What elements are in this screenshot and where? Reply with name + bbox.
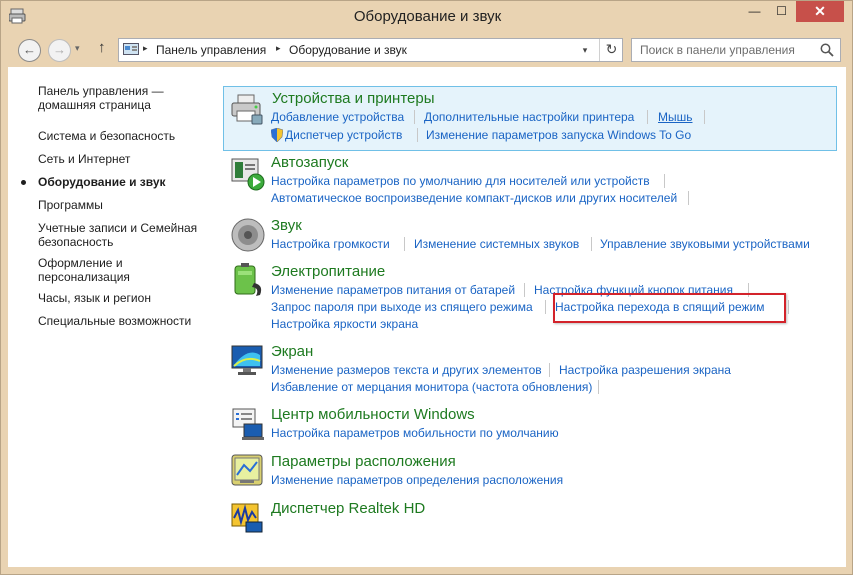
shield-icon — [270, 127, 284, 143]
sidebar-item-clock[interactable]: Часы, язык и регион — [38, 291, 208, 305]
breadcrumb-hardware-sound[interactable]: Оборудование и звук — [289, 43, 407, 57]
address-bar[interactable]: ▸ Панель управления ▸ Оборудование и зву… — [118, 38, 623, 62]
active-bullet-icon — [21, 180, 26, 185]
display-title[interactable]: Экран — [271, 343, 313, 360]
sidebar-item-accounts[interactable]: Учетные записи и Семейная безопасность — [38, 221, 208, 249]
refresh-rate-link[interactable]: Избавление от мерцания монитора (частота… — [271, 380, 592, 394]
category-display: Экран Изменение размеров текста и других… — [223, 342, 837, 402]
back-button[interactable]: ← — [18, 39, 41, 62]
annotation-highlight-box — [553, 293, 786, 323]
autoplay-icon[interactable] — [230, 156, 266, 192]
search-box[interactable] — [631, 38, 841, 62]
forward-button[interactable]: → — [48, 39, 71, 62]
screen-resolution-link[interactable]: Настройка разрешения экрана — [559, 363, 731, 377]
sidebar-item-home[interactable]: Панель управления — домашняя страница — [38, 84, 208, 112]
sidebar-item-accessibility[interactable]: Специальные возможности — [38, 314, 208, 328]
link-separator — [414, 110, 415, 124]
link-separator — [704, 110, 705, 124]
link-separator — [404, 237, 405, 251]
control-panel-window: Оборудование и звук — ☐ ✕ ← → ▾ ↑ ▸ Пане… — [0, 0, 853, 575]
printer-settings-link[interactable]: Дополнительные настройки принтера — [424, 110, 634, 124]
sidebar-item-network[interactable]: Сеть и Интернет — [38, 152, 208, 166]
window-title: Оборудование и звук — [353, 8, 502, 25]
devices-title[interactable]: Устройства и принтеры — [272, 90, 434, 107]
location-title[interactable]: Параметры расположения — [271, 453, 456, 470]
sound-devices-link[interactable]: Управление звуковыми устройствами — [600, 237, 810, 251]
minimize-button[interactable]: — — [741, 1, 768, 22]
maximize-button[interactable]: ☐ — [768, 1, 795, 22]
battery-icon[interactable] — [230, 263, 266, 299]
sidebar-item-security[interactable]: Система и безопасность — [38, 129, 208, 143]
text-size-link[interactable]: Изменение размеров текста и других элеме… — [271, 363, 542, 377]
windows-to-go-link[interactable]: Изменение параметров запуска Windows To … — [426, 128, 691, 142]
sidebar-item-programs[interactable]: Программы — [38, 198, 208, 212]
brightness-link[interactable]: Настройка яркости экрана — [271, 317, 418, 331]
control-panel-icon — [123, 43, 139, 57]
close-button[interactable]: ✕ — [796, 1, 844, 22]
link-separator — [688, 191, 689, 205]
navigation-bar: ← → ▾ ↑ ▸ Панель управления ▸ Оборудован… — [8, 33, 846, 67]
location-settings-link[interactable]: Изменение параметров определения располо… — [271, 473, 563, 487]
mobility-title[interactable]: Центр мобильности Windows — [271, 406, 475, 423]
title-bar: Оборудование и звук — ☐ ✕ — [1, 1, 853, 33]
autoplay-title[interactable]: Автозапуск — [271, 154, 348, 171]
breadcrumb-control-panel[interactable]: Панель управления — [156, 43, 266, 57]
volume-link[interactable]: Настройка громкости — [271, 237, 390, 251]
autoplay-cd-link[interactable]: Автоматическое воспроизведение компакт-д… — [271, 191, 677, 205]
link-separator — [549, 363, 550, 377]
search-icon[interactable] — [820, 43, 834, 57]
speaker-icon[interactable] — [230, 217, 266, 253]
content-area: Панель управления — домашняя страница Си… — [8, 67, 846, 567]
category-list: Устройства и принтеры Добавление устройс… — [223, 67, 841, 567]
category-devices: Устройства и принтеры Добавление устройс… — [223, 86, 837, 151]
up-button[interactable]: ↑ — [98, 39, 106, 56]
link-separator — [591, 237, 592, 251]
system-sounds-link[interactable]: Изменение системных звуков — [414, 237, 579, 251]
realtek-icon[interactable] — [230, 500, 266, 536]
recent-locations-dropdown[interactable]: ▾ — [75, 43, 80, 54]
realtek-title[interactable]: Диспетчер Realtek HD — [271, 500, 425, 517]
wake-password-link[interactable]: Запрос пароля при выходе из спящего режи… — [271, 300, 533, 314]
link-separator — [545, 300, 546, 314]
sound-title[interactable]: Звук — [271, 217, 302, 234]
link-separator — [788, 300, 789, 314]
device-manager-link[interactable]: Диспетчер устройств — [285, 128, 402, 142]
mouse-link[interactable]: Мышь — [658, 110, 693, 124]
category-mobility: Центр мобильности Windows Настройка пара… — [223, 405, 837, 445]
refresh-button[interactable]: ↻ — [599, 39, 623, 61]
category-sound: Звук Настройка громкости Изменение систе… — [223, 216, 837, 260]
power-title[interactable]: Электропитание — [271, 263, 385, 280]
link-separator — [417, 128, 418, 142]
category-autoplay: Автозапуск Настройка параметров по умолч… — [223, 153, 837, 215]
breadcrumb-separator[interactable]: ▸ — [276, 43, 281, 54]
printer-icon[interactable] — [229, 91, 265, 127]
sidebar-item-personalization[interactable]: Оформление и персонализация — [38, 256, 208, 284]
monitor-icon[interactable] — [230, 343, 266, 379]
link-separator — [598, 380, 599, 394]
autoplay-defaults-link[interactable]: Настройка параметров по умолчанию для но… — [271, 174, 650, 188]
category-realtek: Диспетчер Realtek HD — [223, 499, 837, 535]
category-location: Параметры расположения Изменение парамет… — [223, 452, 837, 492]
breadcrumb-separator[interactable]: ▸ — [143, 43, 148, 54]
address-dropdown-icon[interactable]: ▾ — [577, 42, 593, 58]
mobility-defaults-link[interactable]: Настройка параметров мобильности по умол… — [271, 426, 559, 440]
sidebar-item-hardware[interactable]: Оборудование и звук — [38, 175, 208, 189]
mobility-center-icon[interactable] — [230, 406, 266, 442]
search-input[interactable] — [640, 42, 815, 58]
link-separator — [524, 283, 525, 297]
location-icon[interactable] — [230, 453, 266, 489]
add-device-link[interactable]: Добавление устройства — [271, 110, 404, 124]
link-separator — [664, 174, 665, 188]
link-separator — [647, 110, 648, 124]
battery-settings-link[interactable]: Изменение параметров питания от батарей — [271, 283, 515, 297]
